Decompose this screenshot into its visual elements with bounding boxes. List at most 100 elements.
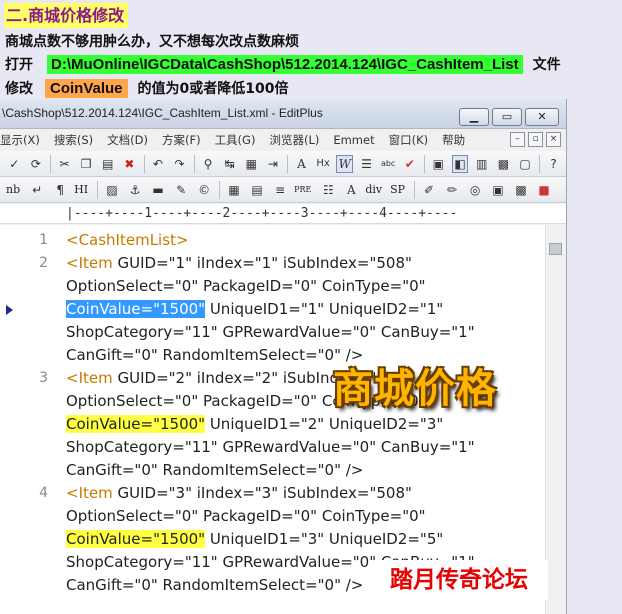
undo-icon[interactable]: ↶ — [150, 155, 167, 173]
code-line[interactable]: OptionSelect="0" PackageID="0" CoinType=… — [0, 275, 545, 298]
plugin-icon[interactable]: ■ — [535, 181, 553, 199]
spellcheck-icon[interactable]: ✓ — [6, 155, 23, 173]
menu-item-7[interactable]: 窗口(K) — [389, 132, 429, 148]
mdi-close-button[interactable]: × — [546, 132, 561, 147]
code-fragment: CanGift="0" RandomItemSelect="0" /> — [66, 346, 364, 364]
pre-button[interactable]: PRE — [294, 185, 311, 194]
paste-icon[interactable]: ▤ — [99, 155, 116, 173]
list-icon[interactable]: ≡ — [271, 181, 289, 199]
xml-tag: <Item — [66, 369, 113, 387]
grid-icon[interactable]: ▩ — [512, 181, 530, 199]
highlighter-icon[interactable]: ✏ — [443, 181, 461, 199]
redo-icon[interactable]: ↷ — [171, 155, 188, 173]
maximize-button[interactable]: ▭ — [492, 108, 522, 126]
code-editor[interactable]: 1 <CashItemList> 2 <Item GUID="1" iIndex="1… — [0, 225, 545, 614]
instruction-line-3: 修改 CoinValue 的值为0或者降低100倍 — [5, 78, 289, 98]
mdi-minimize-button[interactable]: – — [510, 132, 525, 147]
code-fragment: ShopCategory="11" GPRewardValue="0" CanB… — [66, 323, 475, 341]
spelling-abc-icon[interactable]: abc — [380, 155, 397, 173]
menu-item-3[interactable]: 方案(F) — [162, 132, 201, 148]
window-list-icon[interactable]: ▣ — [430, 155, 447, 173]
instruction-open: 打开 — [5, 57, 33, 73]
column-mode-icon[interactable]: ☰ — [358, 155, 375, 173]
cut-icon[interactable]: ✂ — [56, 155, 73, 173]
toolbar-separator — [287, 154, 289, 173]
xml-tag: <Item — [66, 254, 113, 272]
forum-watermark: 踏月传奇论坛 — [370, 560, 548, 600]
find-in-files-icon[interactable]: ▦ — [243, 155, 260, 173]
title-bar[interactable]: \CashShop\512.2014.124\IGC_CashItem_List… — [0, 99, 566, 129]
find-icon[interactable]: ⚲ — [200, 155, 217, 173]
code-line[interactable]: ShopCategory="11" GPRewardValue="0" CanB… — [0, 436, 545, 459]
toolbar-separator — [424, 154, 426, 173]
scroll-thumb[interactable] — [549, 243, 562, 255]
menu-bar: – ▫ × 显示(X) 搜索(S) 文档(D) 方案(F) 工具(G) 浏览器(L) Emm… — [0, 129, 566, 151]
font-icon[interactable]: A — [293, 155, 310, 173]
toolbar-main: ✓ ⟳ ✂ ❐ ▤ ✖ ↶ ↷ ⚲ ↹ ▦ ⇥ A Hx W ☰ abc ✔ ▣… — [0, 151, 566, 177]
goto-line-icon[interactable]: ⇥ — [265, 155, 282, 173]
check-icon[interactable]: ✔ — [401, 155, 418, 173]
code-line[interactable]: ShopCategory="11" GPRewardValue="0" CanB… — [0, 321, 545, 344]
close-button[interactable]: ✕ — [525, 108, 559, 126]
browser-icon[interactable]: ◎ — [466, 181, 484, 199]
word-wrap-icon[interactable]: W — [336, 154, 354, 173]
vertical-scrollbar[interactable] — [545, 225, 565, 614]
output-icon[interactable]: ▩ — [495, 155, 512, 173]
minimize-button[interactable]: ▁ — [459, 108, 489, 126]
pencil-icon[interactable]: ✎ — [172, 181, 190, 199]
code-fragment: GUID="3" iIndex="3" iSubIndex="508" — [112, 484, 412, 502]
menu-item-6[interactable]: Emmet — [333, 133, 374, 147]
menu-item-8[interactable]: 帮助 — [442, 132, 465, 148]
preview-icon[interactable]: ▣ — [489, 181, 507, 199]
code-text: CoinValue="1500" UniqueID1="2" UniqueID2… — [66, 413, 443, 436]
menu-item-2[interactable]: 文档(D) — [107, 132, 148, 148]
menu-item-1[interactable]: 搜索(S) — [54, 132, 93, 148]
code-line[interactable]: 2 <Item GUID="1" iIndex="1" iSubIndex="50… — [0, 252, 545, 275]
span-button[interactable]: SP — [390, 183, 405, 196]
toolbar-html: nb ↵ ¶ HI ▨ ⚓ ▬ ✎ © ▦ ▤ ≡ PRE ☷ A div SP… — [0, 177, 566, 203]
edit-icon[interactable]: ✐ — [420, 181, 438, 199]
code-fragment: GUID="1" iIndex="1" iSubIndex="508" — [112, 254, 412, 272]
menu-item-4[interactable]: 工具(G) — [215, 132, 256, 148]
fullscreen-icon[interactable]: ▢ — [517, 155, 534, 173]
coinvalue-highlight: CoinValue — [45, 78, 128, 98]
mdi-restore-button[interactable]: ▫ — [528, 132, 543, 147]
code-line[interactable]: CanGift="0" RandomItemSelect="0" /> — [0, 459, 545, 482]
help-icon[interactable]: ? — [545, 155, 562, 173]
table-icon[interactable]: ▦ — [225, 181, 243, 199]
window-title: \CashShop\512.2014.124\IGC_CashItem_List… — [2, 106, 323, 120]
replace-icon[interactable]: ↹ — [221, 155, 238, 173]
anchor-icon[interactable]: ⚓ — [126, 181, 144, 199]
code-line[interactable]: CoinValue="1500" UniqueID1="1" UniqueID2… — [0, 298, 545, 321]
menu-item-0[interactable]: 显示(X) — [0, 132, 40, 148]
form-icon[interactable]: ▤ — [248, 181, 266, 199]
code-text: <Item GUID="3" iIndex="3" iSubIndex="508… — [66, 482, 412, 505]
bullet-list-icon[interactable]: ☷ — [319, 181, 337, 199]
hr-button[interactable]: HI — [74, 183, 88, 196]
toolbar-separator — [414, 180, 416, 199]
div-button[interactable]: div — [365, 183, 382, 196]
delete-icon[interactable]: ✖ — [121, 155, 138, 173]
font-tag-icon[interactable]: A — [342, 181, 360, 199]
refresh-icon[interactable]: ⟳ — [28, 155, 45, 173]
paragraph-icon[interactable]: ¶ — [51, 181, 69, 199]
highlighted-attribute: CoinValue="1500" — [66, 530, 206, 548]
code-line[interactable]: CoinValue="1500" UniqueID1="2" UniqueID2… — [0, 413, 545, 436]
code-line[interactable]: 1 <CashItemList> — [0, 229, 545, 252]
directory-icon[interactable]: ◧ — [451, 154, 469, 173]
menu-item-5[interactable]: 浏览器(L) — [269, 132, 319, 148]
line-number: 3 — [39, 370, 48, 386]
cliptext-icon[interactable]: ▥ — [473, 155, 490, 173]
copyright-icon[interactable]: © — [195, 181, 213, 199]
image-icon[interactable]: ▨ — [103, 181, 121, 199]
code-line[interactable]: 4 <Item GUID="3" iIndex="3" iSubIndex="50… — [0, 482, 545, 505]
nbsp-button[interactable]: nb — [6, 183, 20, 196]
code-line[interactable]: CoinValue="1500" UniqueID1="3" UniqueID2… — [0, 528, 545, 551]
code-text: <CashItemList> — [66, 229, 189, 252]
copy-icon[interactable]: ❐ — [78, 155, 95, 173]
color-icon[interactable]: ▬ — [149, 181, 167, 199]
scroll-up-arrow-icon[interactable] — [548, 227, 563, 241]
code-line[interactable]: OptionSelect="0" PackageID="0" CoinType=… — [0, 505, 545, 528]
hex-icon[interactable]: Hx — [315, 155, 332, 173]
br-icon[interactable]: ↵ — [28, 181, 46, 199]
